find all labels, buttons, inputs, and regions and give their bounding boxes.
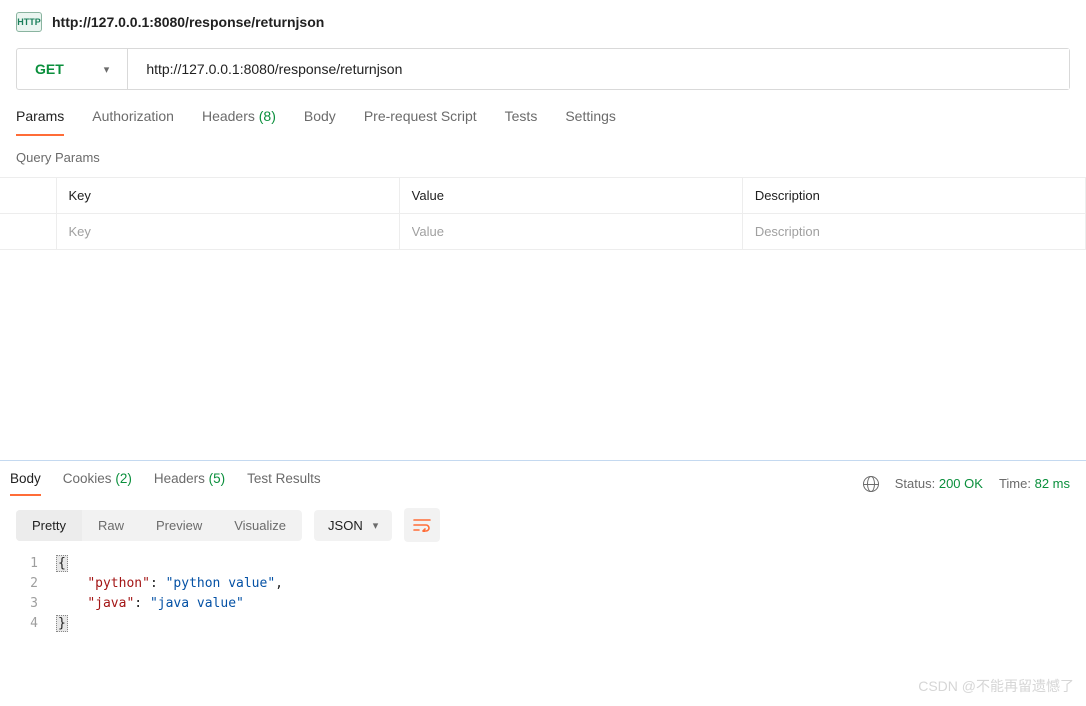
time-value: 82 ms [1035, 476, 1070, 491]
col-key: Key [56, 178, 399, 214]
wrap-lines-button[interactable] [404, 508, 440, 542]
rtab-headers-count: (5) [209, 471, 226, 486]
query-params-title: Query Params [0, 136, 1086, 173]
tab-headers-label: Headers [202, 108, 255, 124]
watermark: CSDN @不能再留遗憾了 [918, 676, 1074, 696]
line-number: 4 [16, 614, 56, 634]
view-mode-group: Pretty Raw Preview Visualize [16, 510, 302, 541]
query-params-table: Key Value Description [0, 177, 1086, 250]
line-number: 3 [16, 594, 56, 614]
status-value: 200 OK [939, 476, 983, 491]
chevron-down-icon: ▾ [373, 519, 379, 532]
rtab-test-results[interactable]: Test Results [247, 471, 321, 496]
chevron-down-icon: ▾ [104, 63, 110, 76]
table-row [0, 214, 1086, 250]
tab-tests[interactable]: Tests [505, 108, 538, 136]
response-tabs: Body Cookies (2) Headers (5) Test Result… [10, 471, 321, 496]
http-icon: HTTP [16, 12, 42, 32]
json-value: "java value" [150, 596, 244, 611]
line-number: 1 [16, 554, 56, 574]
url-input[interactable] [128, 49, 1069, 89]
view-visualize-button[interactable]: Visualize [218, 510, 302, 541]
method-label: GET [35, 61, 64, 77]
rtab-cookies[interactable]: Cookies (2) [63, 471, 132, 496]
rtab-headers-label: Headers [154, 471, 205, 486]
request-title: http://127.0.0.1:8080/response/returnjso… [52, 14, 324, 30]
globe-icon[interactable] [863, 476, 879, 492]
rtab-cookies-label: Cookies [63, 471, 112, 486]
rtab-cookies-count: (2) [115, 471, 132, 486]
request-tabs: Params Authorization Headers (8) Body Pr… [0, 90, 1086, 136]
line-number: 2 [16, 574, 56, 594]
request-bar: GET ▾ [16, 48, 1070, 90]
col-value: Value [399, 178, 742, 214]
method-select[interactable]: GET ▾ [17, 49, 128, 89]
time-badge: Time: 82 ms [999, 476, 1070, 491]
format-select[interactable]: JSON ▾ [314, 510, 392, 541]
view-pretty-button[interactable]: Pretty [16, 510, 82, 541]
tab-headers[interactable]: Headers (8) [202, 108, 276, 136]
rtab-headers[interactable]: Headers (5) [154, 471, 225, 496]
col-description: Description [742, 178, 1085, 214]
wrap-icon [413, 518, 431, 532]
open-brace: { [56, 555, 68, 572]
close-brace: } [56, 615, 68, 632]
tab-headers-count: (8) [259, 108, 276, 124]
rtab-body[interactable]: Body [10, 471, 41, 496]
json-key: "python" [87, 576, 150, 591]
row-handle[interactable] [0, 214, 56, 250]
description-input[interactable] [755, 224, 1073, 239]
view-raw-button[interactable]: Raw [82, 510, 140, 541]
tab-body[interactable]: Body [304, 108, 336, 136]
json-value: "python value" [166, 576, 276, 591]
tab-settings[interactable]: Settings [565, 108, 616, 136]
key-input[interactable] [69, 224, 387, 239]
format-label: JSON [328, 518, 363, 533]
table-corner [0, 178, 56, 214]
json-key: "java" [87, 596, 134, 611]
status-badge: Status: 200 OK [895, 476, 983, 491]
response-body-code[interactable]: 1 { 2 "python": "python value", 3 "java"… [0, 554, 1086, 654]
tab-prerequest[interactable]: Pre-request Script [364, 108, 477, 136]
tab-params[interactable]: Params [16, 108, 64, 136]
value-input[interactable] [412, 224, 730, 239]
view-preview-button[interactable]: Preview [140, 510, 218, 541]
tab-authorization[interactable]: Authorization [92, 108, 174, 136]
response-meta: Status: 200 OK Time: 82 ms [863, 476, 1070, 492]
